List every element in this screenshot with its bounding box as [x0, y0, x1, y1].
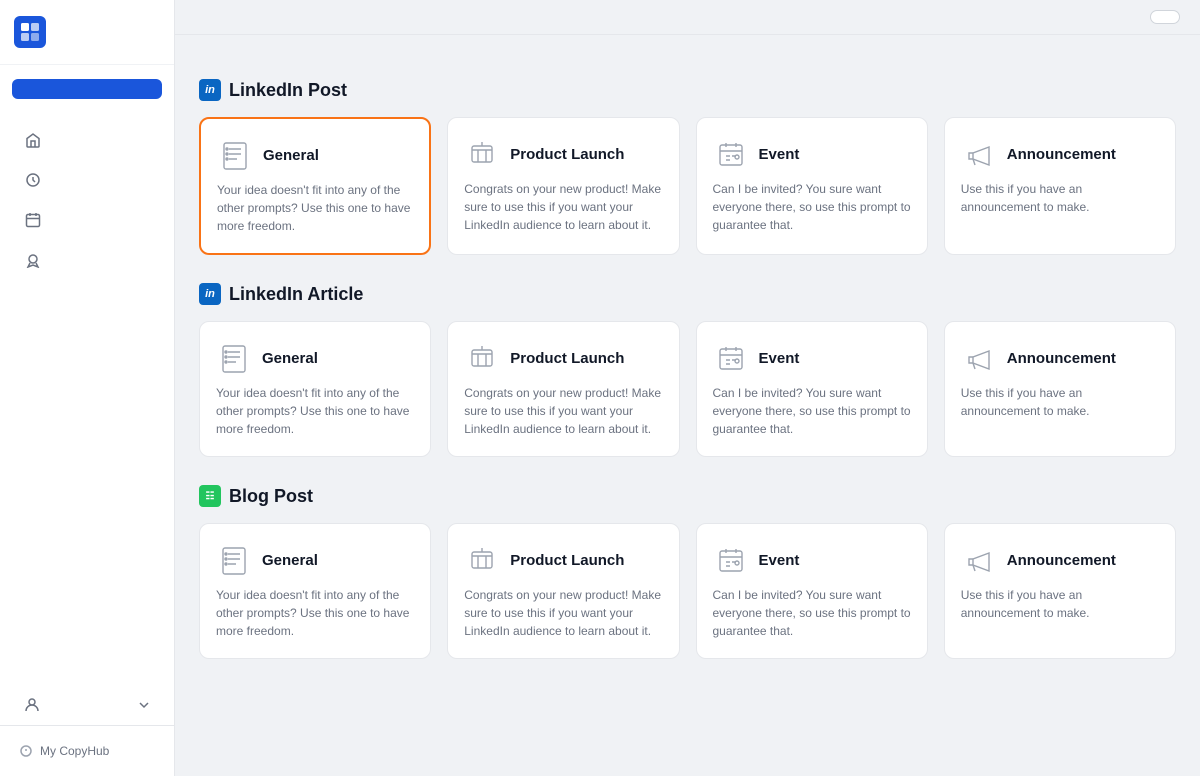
create-post-button[interactable]	[12, 79, 162, 99]
card-icon-announcement	[961, 136, 997, 172]
card-desc: Congrats on your new product! Make sure …	[464, 384, 662, 438]
card-desc: Use this if you have an announcement to …	[961, 384, 1159, 420]
chevron-down-icon	[138, 699, 150, 711]
card-header-row: Event	[713, 136, 911, 172]
card-header-row: Event	[713, 340, 911, 376]
card-title: General	[263, 147, 319, 164]
card-desc: Can I be invited? You sure want everyone…	[713, 586, 911, 640]
card-linkedin-article-general[interactable]: General Your idea doesn't fit into any o…	[199, 321, 431, 457]
achievements-icon	[24, 251, 42, 269]
card-desc: Use this if you have an announcement to …	[961, 180, 1159, 216]
section-header-linkedin-post: inLinkedIn Post	[199, 79, 1176, 101]
card-header-row: Announcement	[961, 542, 1159, 578]
cards-grid-linkedin-post: General Your idea doesn't fit into any o…	[199, 117, 1176, 255]
calendar-icon	[24, 211, 42, 229]
section-title-linkedin-post: LinkedIn Post	[229, 80, 347, 101]
account-icon	[24, 697, 40, 713]
card-icon-product-launch	[464, 542, 500, 578]
nav-list	[0, 113, 174, 685]
card-header-row: Product Launch	[464, 340, 662, 376]
logo	[0, 0, 174, 65]
card-icon-product-launch	[464, 340, 500, 376]
card-desc: Congrats on your new product! Make sure …	[464, 586, 662, 640]
card-title: General	[262, 350, 318, 367]
card-title: Announcement	[1007, 552, 1116, 569]
sidebar-item-achievements[interactable]	[8, 241, 166, 279]
card-desc: Your idea doesn't fit into any of the ot…	[216, 586, 414, 640]
card-title: Event	[759, 146, 800, 163]
card-blog-post-product-launch[interactable]: Product Launch Congrats on your new prod…	[447, 523, 679, 659]
card-linkedin-post-announcement[interactable]: Announcement Use this if you have an ann…	[944, 117, 1176, 255]
main-content: inLinkedIn Post General Your idea doesn'…	[175, 35, 1200, 776]
section-header-blog-post: ☷Blog Post	[199, 485, 1176, 507]
home-icon	[24, 131, 42, 149]
card-desc: Use this if you have an announcement to …	[961, 586, 1159, 622]
card-header-row: Announcement	[961, 340, 1159, 376]
card-title: Event	[759, 552, 800, 569]
sidebar: My CopyHub	[0, 0, 175, 776]
card-header-row: Product Launch	[464, 136, 662, 172]
card-header-row: General	[216, 340, 414, 376]
card-icon-announcement	[961, 340, 997, 376]
card-icon-product-launch	[464, 136, 500, 172]
card-title: Event	[759, 350, 800, 367]
cards-grid-blog-post: General Your idea doesn't fit into any o…	[199, 523, 1176, 659]
card-header-row: Product Launch	[464, 542, 662, 578]
card-icon-event	[713, 542, 749, 578]
section-title-blog-post: Blog Post	[229, 486, 313, 507]
cards-grid-linkedin-article: General Your idea doesn't fit into any o…	[199, 321, 1176, 457]
tokens-badge	[1150, 10, 1180, 24]
card-blog-post-event[interactable]: Event Can I be invited? You sure want ev…	[696, 523, 928, 659]
card-blog-post-general[interactable]: General Your idea doesn't fit into any o…	[199, 523, 431, 659]
card-title: Product Launch	[510, 552, 624, 569]
summary-icon	[24, 171, 42, 189]
card-desc: Congrats on your new product! Make sure …	[464, 180, 662, 234]
section-header-linkedin-article: inLinkedIn Article	[199, 283, 1176, 305]
card-title: Product Launch	[510, 146, 624, 163]
card-linkedin-post-event[interactable]: Event Can I be invited? You sure want ev…	[696, 117, 928, 255]
card-icon-general	[217, 137, 253, 173]
section-title-linkedin-article: LinkedIn Article	[229, 284, 363, 305]
card-header-row: General	[216, 542, 414, 578]
section-linkedin-post: inLinkedIn Post General Your idea doesn'…	[199, 79, 1176, 255]
card-desc: Your idea doesn't fit into any of the ot…	[217, 181, 413, 235]
section-blog-post: ☷Blog Post General Your idea doesn't fit…	[199, 485, 1176, 659]
sections-container: inLinkedIn Post General Your idea doesn'…	[199, 79, 1176, 659]
card-linkedin-post-product-launch[interactable]: Product Launch Congrats on your new prod…	[447, 117, 679, 255]
sidebar-item-home[interactable]	[8, 121, 166, 159]
card-desc: Can I be invited? You sure want everyone…	[713, 384, 911, 438]
sidebar-item-account[interactable]	[8, 687, 166, 723]
card-desc: Can I be invited? You sure want everyone…	[713, 180, 911, 234]
sidebar-item-calendar[interactable]	[8, 201, 166, 239]
card-blog-post-announcement[interactable]: Announcement Use this if you have an ann…	[944, 523, 1176, 659]
header	[175, 0, 1200, 35]
card-title: Product Launch	[510, 350, 624, 367]
logo-icon	[14, 16, 46, 48]
card-icon-general	[216, 340, 252, 376]
card-header-row: Event	[713, 542, 911, 578]
card-linkedin-article-event[interactable]: Event Can I be invited? You sure want ev…	[696, 321, 928, 457]
sidebar-item-summary[interactable]	[8, 161, 166, 199]
card-linkedin-article-product-launch[interactable]: Product Launch Congrats on your new prod…	[447, 321, 679, 457]
sidebar-bottom-item[interactable]: My CopyHub	[12, 736, 162, 766]
card-header-row: Announcement	[961, 136, 1159, 172]
sidebar-bottom: My CopyHub	[0, 725, 174, 776]
card-icon-event	[713, 136, 749, 172]
card-header-row: General	[217, 137, 413, 173]
card-title: General	[262, 552, 318, 569]
card-linkedin-post-general[interactable]: General Your idea doesn't fit into any o…	[199, 117, 431, 255]
card-linkedin-article-announcement[interactable]: Announcement Use this if you have an ann…	[944, 321, 1176, 457]
card-icon-general	[216, 542, 252, 578]
card-icon-announcement	[961, 542, 997, 578]
card-title: Announcement	[1007, 350, 1116, 367]
card-desc: Your idea doesn't fit into any of the ot…	[216, 384, 414, 438]
card-title: Announcement	[1007, 146, 1116, 163]
main-wrap: inLinkedIn Post General Your idea doesn'…	[175, 0, 1200, 776]
sidebar-bottom-label: My CopyHub	[40, 744, 109, 758]
section-linkedin-article: inLinkedIn Article General Your idea doe…	[199, 283, 1176, 457]
card-icon-event	[713, 340, 749, 376]
